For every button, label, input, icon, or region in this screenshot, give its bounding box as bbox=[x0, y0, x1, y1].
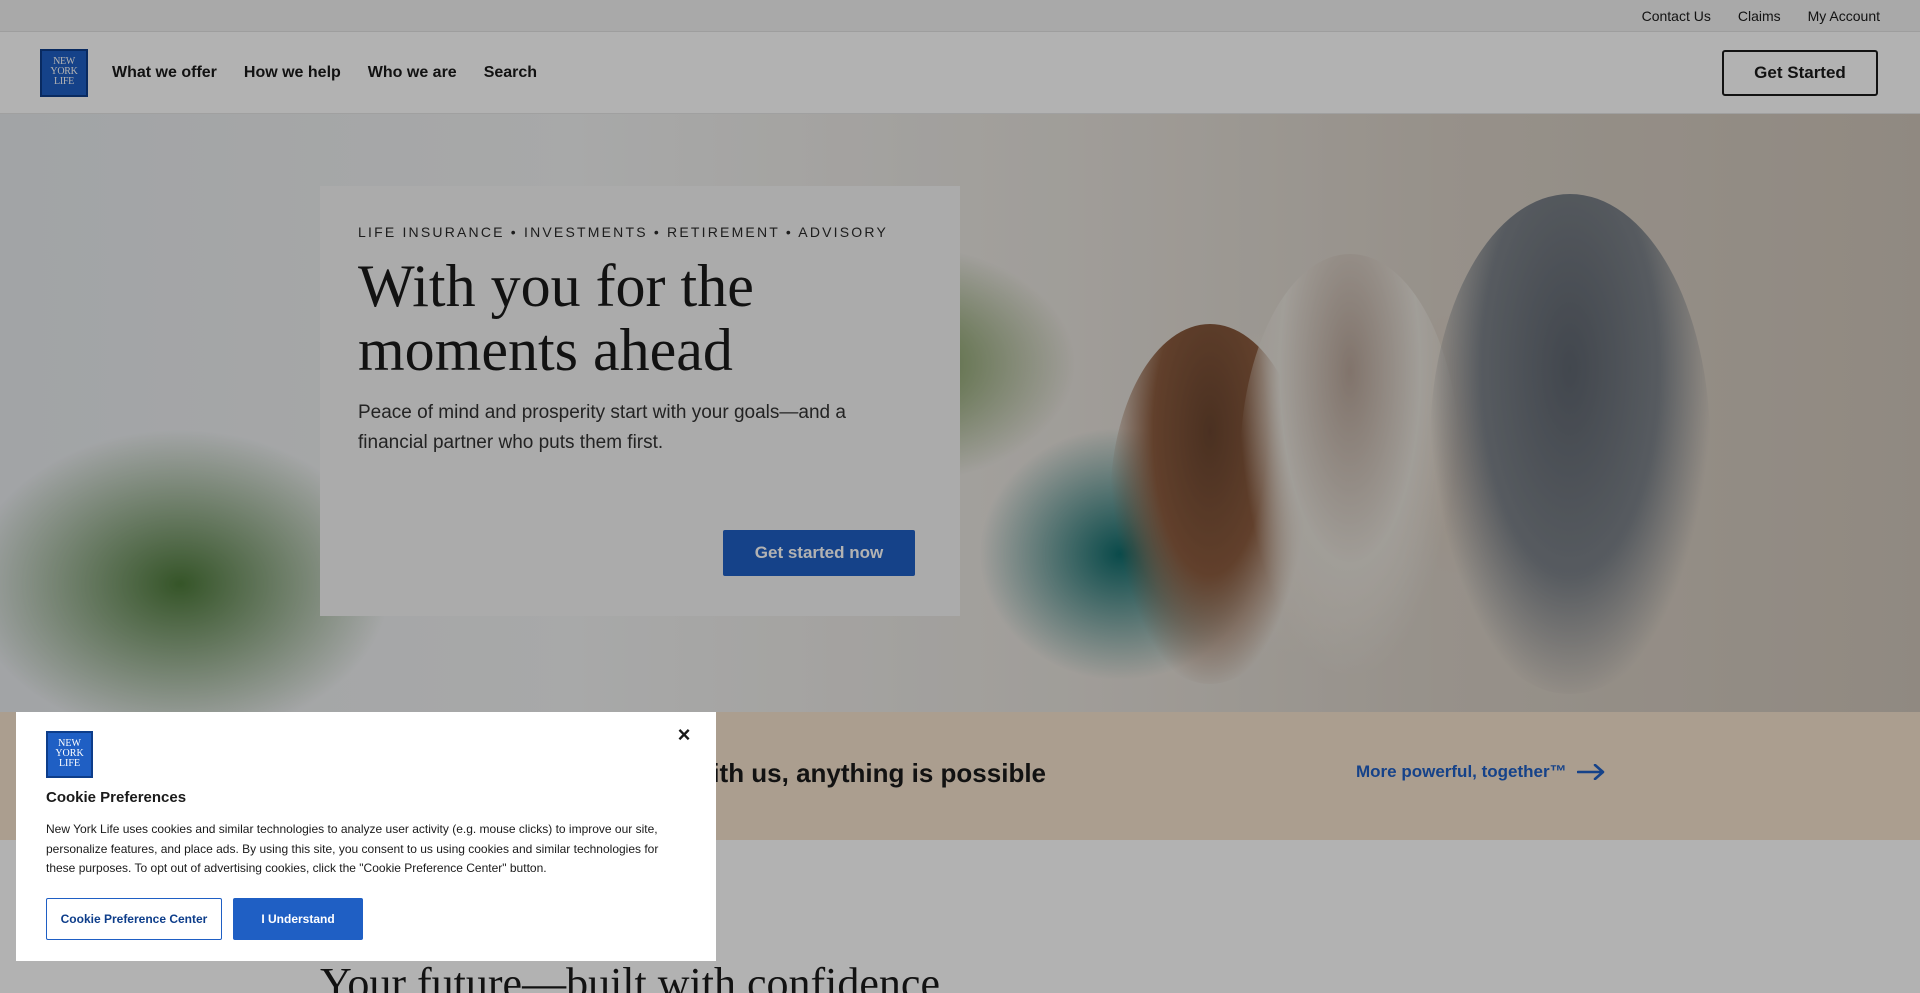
cookie-logo-line-3: LIFE bbox=[58, 758, 81, 769]
cookie-brand-logo: NEW YORK LIFE bbox=[46, 731, 93, 778]
cookie-preference-center-button[interactable]: Cookie Preference Center bbox=[46, 898, 222, 940]
cookie-title: Cookie Preferences bbox=[46, 789, 187, 806]
close-icon[interactable]: × bbox=[671, 722, 697, 748]
cookie-preferences-dialog: NEW YORK LIFE × Cookie Preferences New Y… bbox=[16, 712, 716, 961]
i-understand-button[interactable]: I Understand bbox=[233, 898, 363, 940]
cookie-body-text: New York Life uses cookies and similar t… bbox=[46, 822, 659, 875]
